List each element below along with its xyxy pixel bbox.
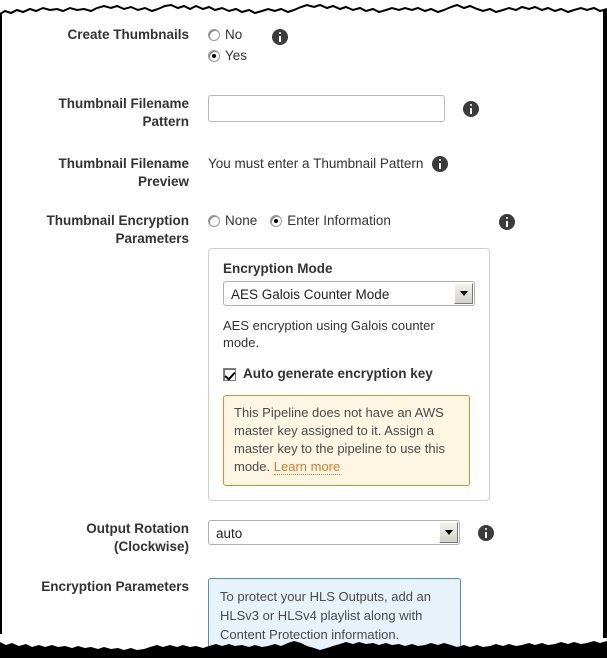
learn-more-link[interactable]: Learn more <box>273 459 341 475</box>
encryption-mode-selected-value: AES Galois Counter Mode <box>231 287 390 302</box>
radio-option-yes[interactable]: Yes <box>208 47 260 65</box>
label-line-1: Thumbnail Filename <box>58 96 189 111</box>
label-thumbnail-encryption: Thumbnail Encryption Parameters <box>0 212 199 248</box>
info-icon-output-rotation[interactable] <box>478 525 494 541</box>
label-thumbnail-filename-preview: Thumbnail Filename Preview <box>0 155 199 191</box>
label-line-1: Output Rotation <box>86 521 189 536</box>
radio-label-enter-information: Enter Information <box>287 213 391 228</box>
field-thumbnail-encryption: None Enter Information Encryption Mode A… <box>199 212 607 501</box>
radio-option-enter-information[interactable]: Enter Information <box>270 212 391 230</box>
label-line-2: (Clockwise) <box>113 539 189 554</box>
encryption-parameters-info-text: To protect your HLS Outputs, add an HLSv… <box>220 589 432 642</box>
master-key-warning-box: This Pipeline does not have an AWS maste… <box>223 395 470 486</box>
label-create-thumbnails: Create Thumbnails <box>67 27 189 42</box>
radio-icon-none[interactable] <box>208 215 220 227</box>
field-thumbnail-filename-preview: You must enter a Thumbnail Pattern <box>199 155 607 173</box>
radio-icon-enter-information[interactable] <box>270 215 283 227</box>
encryption-mode-description: AES encryption using Galois counter mode… <box>223 318 435 350</box>
label-encryption-parameters: Encryption Parameters <box>41 579 189 594</box>
radio-option-none[interactable]: None <box>208 212 257 230</box>
field-output-rotation: auto <box>199 520 607 545</box>
field-encryption-parameters: To protect your HLS Outputs, add an HLSv… <box>199 578 607 654</box>
output-rotation-select[interactable]: auto <box>208 520 460 545</box>
chevron-down-icon[interactable] <box>454 283 473 304</box>
radio-option-no[interactable]: No <box>208 26 260 44</box>
label-output-rotation: Output Rotation (Clockwise) <box>0 520 199 556</box>
page-container: Create Thumbnails No Yes Thumbnail Filen… <box>0 0 607 658</box>
row-create-thumbnails: Create Thumbnails No Yes <box>0 26 607 68</box>
auto-generate-key-row[interactable]: Auto generate encryption key <box>223 365 475 383</box>
thumbnail-filename-preview-text: You must enter a Thumbnail Pattern <box>208 156 424 171</box>
encryption-mode-panel: Encryption Mode AES Galois Counter Mode … <box>208 248 490 501</box>
encryption-mode-select[interactable]: AES Galois Counter Mode <box>223 281 475 306</box>
output-rotation-selected-value: auto <box>216 526 243 541</box>
row-encryption-parameters: Encryption Parameters To protect your HL… <box>0 578 607 654</box>
row-thumbnail-filename-pattern: Thumbnail Filename Pattern <box>0 95 607 131</box>
settings-form: Create Thumbnails No Yes Thumbnail Filen… <box>0 18 607 658</box>
label-line-2: Pattern <box>142 114 189 129</box>
field-create-thumbnails: No Yes <box>199 26 607 68</box>
info-icon-thumbnail-encryption[interactable] <box>498 214 515 230</box>
chevron-down-icon[interactable] <box>439 522 458 543</box>
field-thumbnail-filename-pattern <box>199 95 607 122</box>
label-line-2: Parameters <box>115 231 189 246</box>
row-thumbnail-encryption: Thumbnail Encryption Parameters None Ent… <box>0 212 607 501</box>
radio-icon-no[interactable] <box>208 29 220 41</box>
encryption-parameters-info-box: To protect your HLS Outputs, add an HLSv… <box>208 578 461 654</box>
radio-label-yes: Yes <box>225 48 248 63</box>
row-thumbnail-filename-preview: Thumbnail Filename Preview You must ente… <box>0 155 607 191</box>
thumbnail-filename-pattern-input[interactable] <box>208 95 445 122</box>
label-line-2: Preview <box>137 174 189 189</box>
label-line-1: Thumbnail Filename <box>58 156 189 171</box>
radio-label-no: No <box>225 27 243 42</box>
label-thumbnail-filename-pattern: Thumbnail Filename Pattern <box>0 95 199 131</box>
auto-generate-key-label: Auto generate encryption key <box>243 366 433 381</box>
info-icon-create-thumbnails[interactable] <box>272 29 288 45</box>
info-icon-thumbnail-filename-pattern[interactable] <box>463 101 479 117</box>
radio-group-create-thumbnails: No Yes <box>208 26 260 68</box>
row-output-rotation: Output Rotation (Clockwise) auto <box>0 520 607 556</box>
auto-generate-key-checkbox[interactable] <box>223 368 236 381</box>
radio-icon-yes[interactable] <box>208 50 220 62</box>
label-line-1: Thumbnail Encryption <box>46 213 189 228</box>
encryption-mode-title: Encryption Mode <box>223 261 333 276</box>
radio-label-none: None <box>225 213 258 228</box>
info-icon-thumbnail-filename-preview[interactable] <box>432 156 449 172</box>
